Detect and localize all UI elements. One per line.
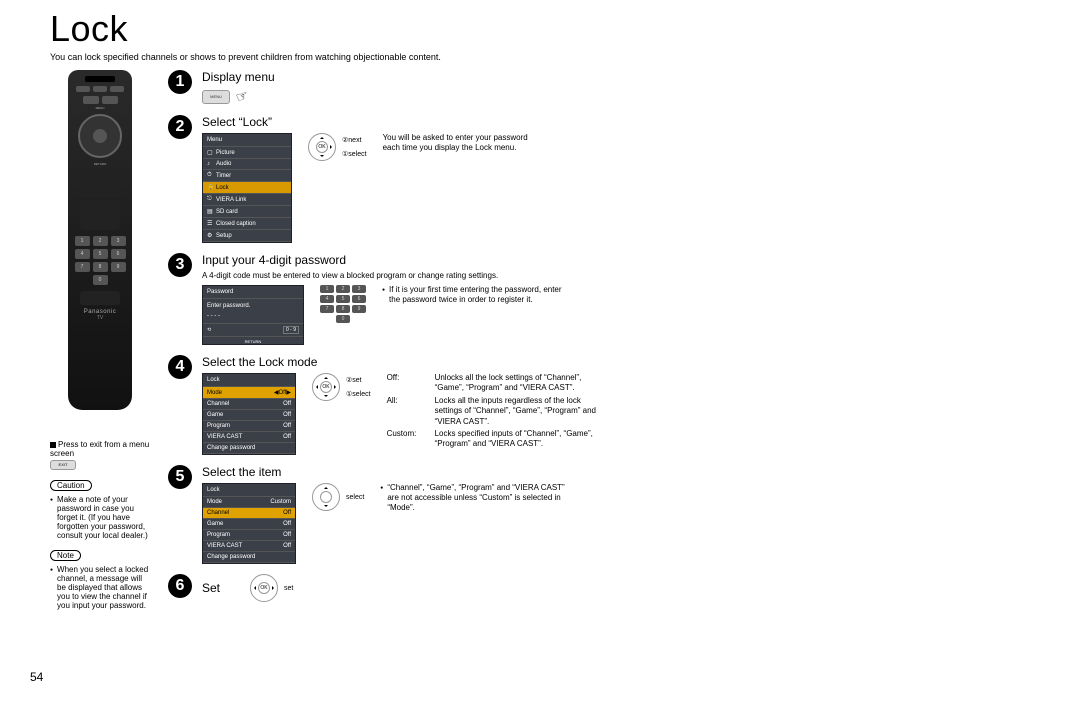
remote-ok-label: OK: [97, 134, 103, 139]
step-number-1: 1: [168, 70, 192, 94]
page-number: 54: [30, 670, 43, 684]
remote-brand-sub: TV: [72, 315, 128, 321]
remote-control: MENU OK RETURN 123 456 789 0 Panasonic T…: [68, 70, 132, 410]
step-5-title: Select the item: [202, 465, 1030, 479]
hand-icon: ☞: [233, 86, 251, 106]
osd-main-menu: Menu ▢Picture ♪Audio ⏱Timer 🔒Lock ⎋VIERA…: [202, 133, 292, 243]
step-number-2: 2: [168, 115, 192, 139]
remote-exit-button[interactable]: EXIT: [50, 460, 76, 470]
step-4: 4 Select the Lock mode Lock Mode◀Off▶ Ch…: [168, 355, 1030, 455]
step-number-4: 4: [168, 355, 192, 379]
dpad-caption: set: [284, 585, 293, 592]
osd-item-lock[interactable]: 🔒Lock: [203, 182, 291, 194]
remote-return-label: RETURN: [72, 162, 128, 166]
caution-box: Caution Make a note of your password in …: [50, 480, 150, 540]
dpad-caption: ②set ①select: [346, 376, 371, 398]
page-title: Lock: [50, 8, 1030, 50]
osd-row-mode[interactable]: Mode◀Off▶: [203, 387, 295, 399]
step-6-title: Set: [202, 581, 220, 595]
step-5: 5 Select the item Lock ModeCustom Channe…: [168, 465, 1030, 564]
step-3-intro: A 4-digit code must be entered to view a…: [202, 271, 1030, 281]
dpad-caption: ②next ①select: [342, 136, 367, 158]
step-2: 2 Select “Lock” Menu ▢Picture ♪Audio ⏱Ti…: [168, 115, 1030, 243]
exit-instruction: Press to exit from a menu screen EXIT: [50, 440, 150, 470]
osd-password: Password Enter password. - - - - ⟲0 - 9 …: [202, 285, 304, 345]
dpad-caption: select: [346, 494, 364, 501]
step-6: 6 Set OK set: [168, 574, 1030, 602]
step-3-title: Input your 4-digit password: [202, 253, 1030, 267]
step-1-title: Display menu: [202, 70, 1030, 84]
step-number-6: 6: [168, 574, 192, 598]
password-keypad[interactable]: 123 456 789 0: [320, 285, 366, 323]
dpad-ok-icon: OK: [250, 574, 278, 602]
osd-row-channel[interactable]: ChannelOff: [203, 508, 295, 519]
step-2-note: You will be asked to enter your password…: [383, 133, 543, 153]
remote-keypad[interactable]: 123 456 789 0: [72, 236, 128, 285]
dpad-ok-icon: OK: [312, 373, 340, 401]
step-number-3: 3: [168, 253, 192, 277]
page-subtitle: You can lock specified channels or shows…: [50, 52, 1030, 62]
step-3-note: If it is your first time entering the pa…: [382, 285, 572, 305]
note-box: Note When you select a locked channel, a…: [50, 550, 150, 610]
step-3: 3 Input your 4-digit password A 4-digit …: [168, 253, 1030, 345]
step-number-5: 5: [168, 465, 192, 489]
step-1: 1 Display menu MENU ☞: [168, 70, 1030, 105]
remote-menu-label: MENU: [72, 106, 128, 110]
osd-lock-mode: Lock Mode◀Off▶ ChannelOff GameOff Progra…: [202, 373, 296, 455]
remote-dpad[interactable]: OK: [78, 114, 122, 158]
step-4-descriptions: Off:Unlocks all the lock settings of “Ch…: [387, 373, 597, 452]
osd-lock-item: Lock ModeCustom ChannelOff GameOff Progr…: [202, 483, 296, 564]
step-2-title: Select “Lock”: [202, 115, 1030, 129]
step-5-note: “Channel”, “Game”, “Program” and “VIERA …: [380, 483, 570, 513]
dpad-icon: [312, 483, 340, 511]
dpad-ok-icon: OK: [308, 133, 336, 161]
step-4-title: Select the Lock mode: [202, 355, 1030, 369]
menu-button[interactable]: MENU: [202, 90, 230, 104]
